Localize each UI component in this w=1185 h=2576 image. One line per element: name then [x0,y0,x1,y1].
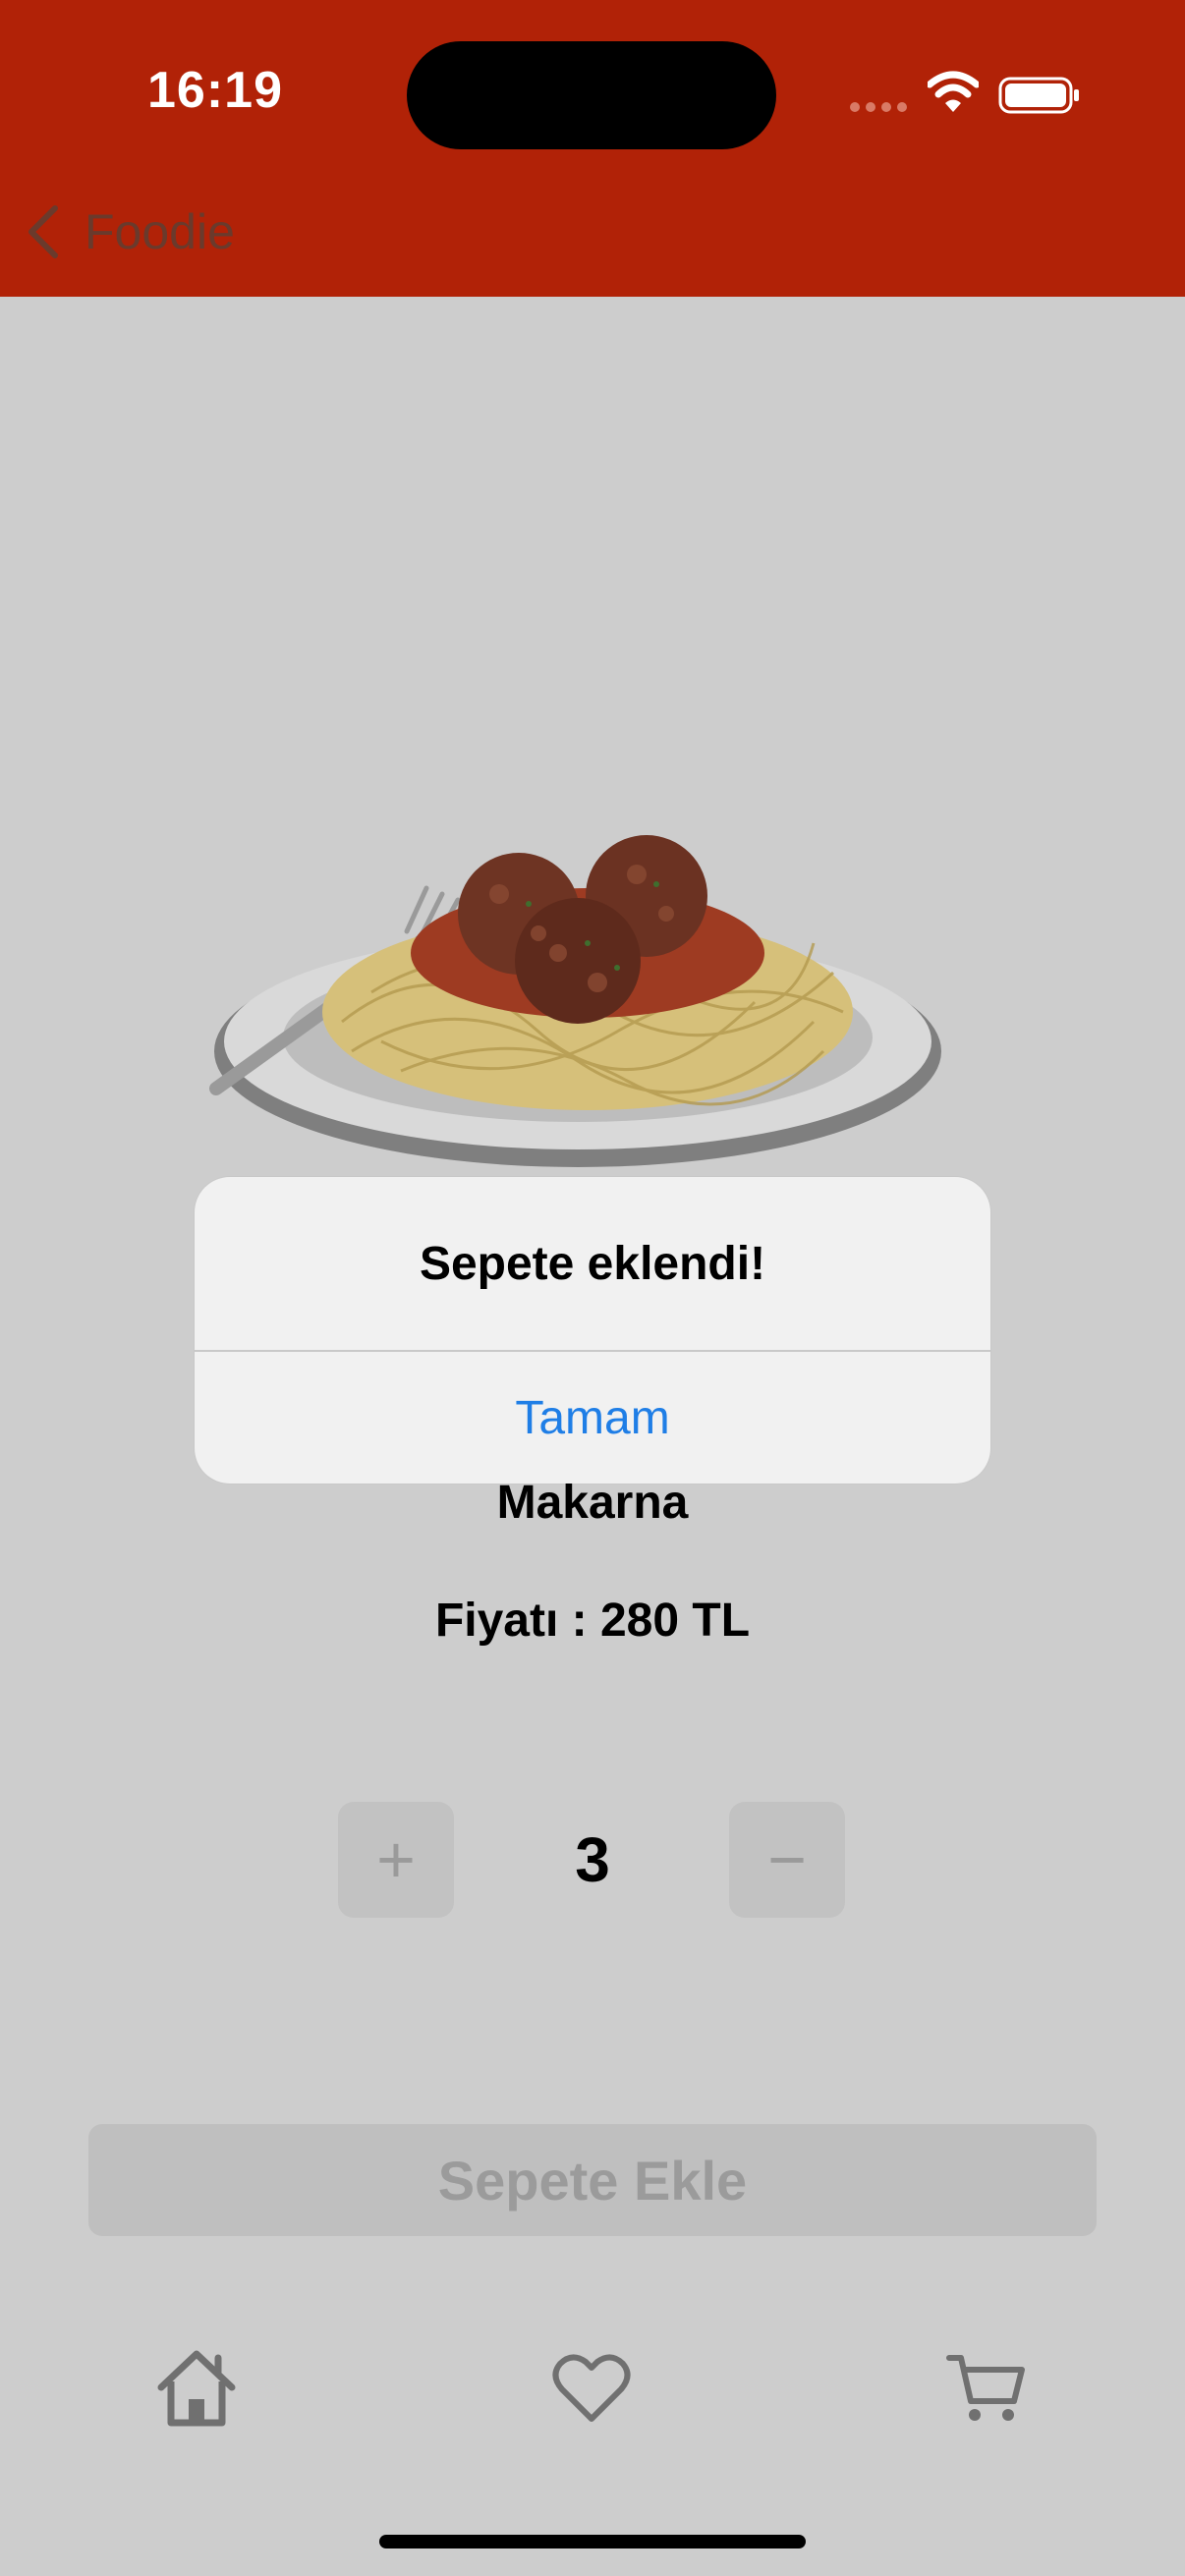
spaghetti-plate-image [209,835,941,1167]
increase-quantity-button[interactable]: + [338,1802,454,1918]
heart-icon [552,2354,631,2422]
add-to-cart-button[interactable]: Sepete Ekle [88,2124,1097,2236]
add-to-cart-label: Sepete Ekle [437,2149,748,2212]
alert-ok-button[interactable]: Tamam [195,1352,990,1484]
cellular-signal-icon [850,102,907,112]
product-price: Fiyatı : 280 TL [434,1595,751,1647]
navigation-header: 16:19 Foodie [0,0,1185,297]
minus-icon: − [767,1822,807,1897]
quantity-value: 3 [575,1824,610,1895]
status-time: 16:19 [147,62,283,119]
wifi-icon [928,71,979,112]
battery-icon [998,77,1079,114]
added-to-cart-alert: Sepete eklendi! Tamam [195,1177,990,1484]
tab-home[interactable] [155,2346,238,2429]
decrease-quantity-button[interactable]: − [729,1802,845,1918]
cart-icon [946,2355,1025,2421]
home-indicator [379,2535,806,2548]
chevron-left-icon [28,205,58,258]
back-button-label: Foodie [85,204,235,259]
back-button[interactable]: Foodie [24,196,235,267]
tab-favorites[interactable] [550,2346,633,2429]
tab-cart[interactable] [945,2346,1028,2429]
product-name: Makarna [496,1477,689,1529]
dynamic-island [407,41,776,149]
alert-title: Sepete eklendi! [195,1177,990,1352]
home-icon [157,2350,236,2427]
plus-icon: + [376,1822,416,1897]
